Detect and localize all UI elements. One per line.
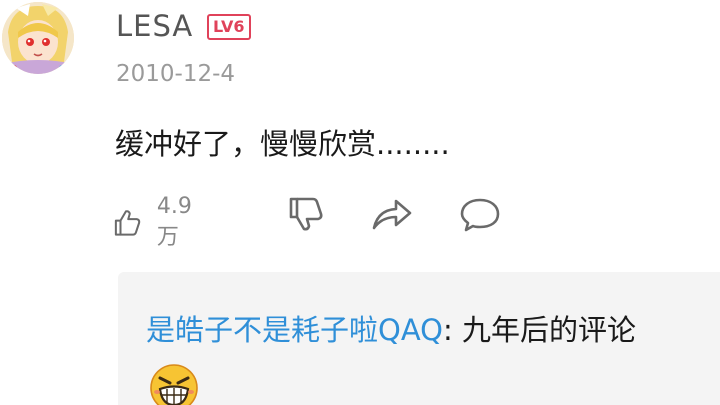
reply-line: 是皓子不是耗子啦QAQ: 九年后的评论 <box>146 310 636 350</box>
comment-date: 2010-12-4 <box>116 61 236 87</box>
level-badge: LV6 <box>207 14 251 40</box>
comment-username[interactable]: LESA <box>116 6 193 46</box>
reply-preview[interactable]: 是皓子不是耗子啦QAQ: 九年后的评论 <box>118 272 720 405</box>
reply-separator: : <box>442 313 462 347</box>
user-avatar[interactable] <box>2 2 74 74</box>
reply-button[interactable] <box>458 194 502 234</box>
dislike-button[interactable] <box>286 194 326 234</box>
thumbs-down-icon <box>289 197 323 231</box>
like-count: 4.9万 <box>156 194 192 250</box>
share-button[interactable] <box>370 194 414 234</box>
comment-text: 缓冲好了，慢慢欣赏........ <box>115 127 450 161</box>
thumbs-up-icon <box>114 209 141 236</box>
grinning-emoji <box>150 364 198 405</box>
comment-page: LESA LV6 2010-12-4 缓冲好了，慢慢欣赏........ 4.9… <box>0 0 720 405</box>
comment-icon <box>460 198 500 232</box>
share-icon <box>372 199 412 230</box>
reply-username[interactable]: 是皓子不是耗子啦QAQ <box>146 313 443 347</box>
like-button[interactable]: 4.9万 <box>112 194 201 251</box>
avatar-image <box>2 2 74 74</box>
reply-text: 九年后的评论 <box>461 313 636 347</box>
